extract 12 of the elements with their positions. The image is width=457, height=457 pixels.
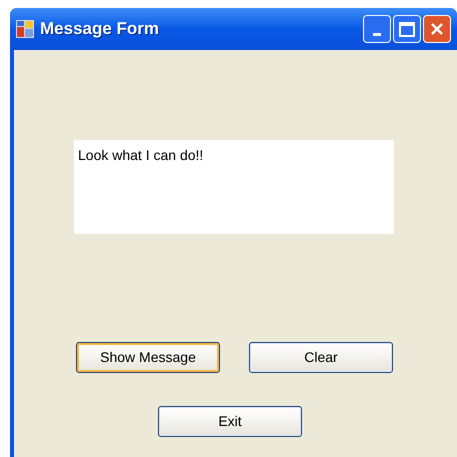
maximize-button[interactable] — [393, 15, 421, 43]
close-icon — [429, 21, 445, 37]
app-icon — [16, 20, 34, 38]
form-button[interactable]: Exit — [158, 406, 302, 437]
form-button[interactable]: Clear — [249, 342, 393, 373]
message-text-area[interactable]: Look what I can do!! — [78, 147, 204, 163]
form-button[interactable]: Show Message — [76, 342, 220, 373]
window-title: Message Form — [40, 18, 160, 40]
close-button[interactable] — [423, 15, 451, 43]
minimize-button[interactable] — [363, 15, 391, 43]
maximize-icon — [399, 22, 415, 36]
minimize-icon — [373, 33, 381, 36]
